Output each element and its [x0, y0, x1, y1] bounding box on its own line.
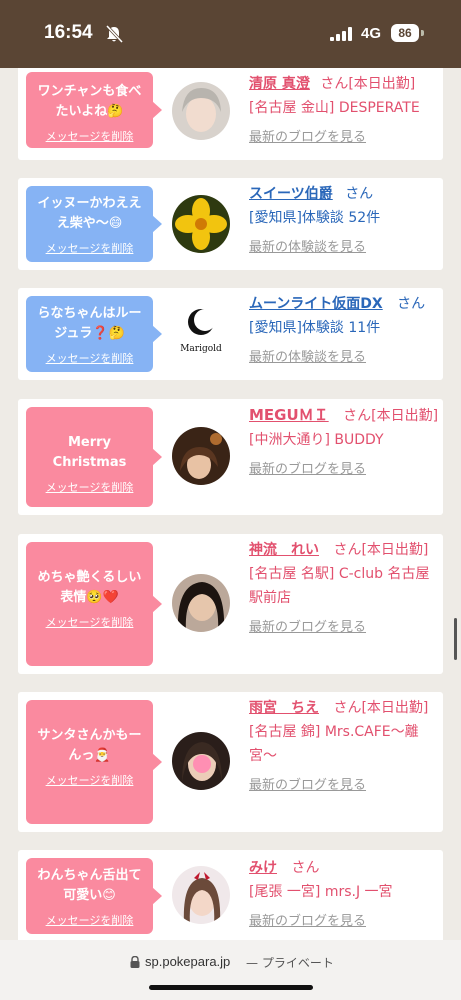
avatar[interactable]: [172, 82, 230, 140]
shop-logo-text: Marigold: [180, 344, 222, 354]
latest-blog-link[interactable]: 最新のブログを見る: [249, 458, 439, 482]
shop-detail: [名古屋 名駅] C-club 名古屋駅前店: [249, 566, 430, 606]
profile-info: ムーンライト仮面DX さん [愛知県]体験談 11件 最新の体験談を見る: [249, 292, 443, 370]
avatar[interactable]: [172, 574, 230, 632]
message-bubble: イッヌーかわえええ柴や〜😄 メッセージを削除: [26, 186, 162, 262]
message-text: わんちゃん舌出て可愛い😊: [37, 868, 142, 903]
avatar[interactable]: [172, 427, 230, 485]
message-bubble: Merry Christmas メッセージを削除: [26, 407, 162, 507]
honorific: さん[本日出勤]: [333, 700, 429, 716]
delete-message-link[interactable]: メッセージを削除: [32, 912, 147, 928]
latest-blog-link[interactable]: 最新のブログを見る: [249, 616, 439, 640]
profile-info: 神流 れい さん[本日出勤] [名古屋 名駅] C-club 名古屋駅前店 最新…: [249, 538, 439, 640]
latest-blog-link[interactable]: 最新のブログを見る: [249, 774, 439, 798]
latest-blog-link[interactable]: 最新のブログを見る: [249, 126, 439, 150]
profile-name-link[interactable]: 清原 真澄: [249, 76, 310, 92]
home-indicator[interactable]: [149, 985, 313, 990]
latest-review-link[interactable]: 最新の体験談を見る: [249, 236, 439, 260]
message-bubble: サンタさんかもーんっ🎅 メッセージを削除: [26, 700, 162, 824]
honorific: さん[本日出勤]: [343, 408, 439, 424]
network-type: 4G: [361, 25, 382, 42]
profile-info: 清原 真澄 さん[本日出勤] [名古屋 金山] DESPERATE 最新のブログ…: [249, 72, 439, 150]
avatar[interactable]: [172, 732, 230, 790]
message-feed[interactable]: ワンチャンも食べたいよね🤔 メッセージを削除 清原 真澄 さん[本日出勤] [名…: [0, 68, 461, 940]
list-item: めちゃ艶くるしい表情🥺❤️ メッセージを削除 神流 れい さん[本日出勤] [名…: [18, 534, 443, 674]
bell-muted-icon: [105, 24, 124, 44]
list-item: サンタさんかもーんっ🎅 メッセージを削除 雨宮 ちえ さん[本日出勤] [名古屋…: [18, 692, 443, 832]
latest-review-link[interactable]: 最新の体験談を見る: [249, 346, 443, 370]
profile-name-link[interactable]: ムーンライト仮面DX: [249, 296, 383, 312]
shop-detail: [中洲大通り] BUDDY: [249, 432, 384, 448]
profile-info: MEGUＭＩ さん[本日出勤] [中洲大通り] BUDDY 最新のブログを見る: [249, 403, 439, 482]
review-count: [愛知県]体験談 52件: [249, 210, 381, 226]
message-text: めちゃ艶くるしい表情🥺❤️: [37, 570, 142, 605]
honorific: さん[本日出勤]: [320, 76, 416, 92]
delete-message-link[interactable]: メッセージを削除: [32, 240, 147, 256]
clock: 16:54: [44, 22, 93, 43]
profile-name-link[interactable]: スイーツ伯爵: [249, 186, 333, 202]
private-mode-label: — プライベート: [246, 956, 334, 970]
list-item: イッヌーかわえええ柴や〜😄 メッセージを削除 スイーツ伯爵 さん [愛知県]体験…: [18, 178, 443, 270]
honorific: さん[本日出勤]: [333, 542, 429, 558]
message-text: ワンチャンも食べたいよね🤔: [37, 84, 142, 119]
honorific: さん: [345, 186, 374, 202]
shop-detail: [名古屋 錦] Mrs.CAFE〜離宮〜: [249, 724, 419, 764]
url-domain[interactable]: sp.pokepara.jp: [145, 954, 230, 969]
message-text: イッヌーかわえええ柴や〜😄: [37, 196, 142, 231]
message-text: Merry Christmas: [52, 435, 127, 470]
browser-url-bar[interactable]: [0, 940, 461, 1000]
status-bar: 16:54 4G 86: [0, 0, 461, 68]
profile-info: 雨宮 ちえ さん[本日出勤] [名古屋 錦] Mrs.CAFE〜離宮〜 最新のブ…: [249, 696, 439, 798]
message-bubble: ワンチャンも食べたいよね🤔 メッセージを削除: [26, 72, 162, 148]
shop-detail: [名古屋 金山] DESPERATE: [249, 100, 420, 116]
lock-icon: [130, 956, 140, 968]
delete-message-link[interactable]: メッセージを削除: [32, 350, 147, 366]
profile-name-link[interactable]: 雨宮 ちえ: [249, 700, 319, 716]
review-count: [愛知県]体験談 11件: [249, 320, 381, 336]
honorific: さん: [397, 296, 426, 312]
profile-name-link[interactable]: 神流 れい: [249, 542, 319, 558]
honorific: さん: [291, 860, 320, 876]
list-item: わんちゃん舌出て可愛い😊 メッセージを削除 みけ さん [尾張 一宮] mrs.…: [18, 850, 443, 940]
message-bubble: らなちゃんはルージュラ❓🤔 メッセージを削除: [26, 296, 162, 372]
battery-nub: [421, 30, 424, 36]
message-bubble: めちゃ艶くるしい表情🥺❤️ メッセージを削除: [26, 542, 162, 666]
signal-icon: [330, 27, 352, 41]
avatar[interactable]: [172, 195, 230, 253]
shop-detail: [尾張 一宮] mrs.J 一宮: [249, 884, 393, 900]
list-item: らなちゃんはルージュラ❓🤔 メッセージを削除 Marigold ムーンライト仮面…: [18, 288, 443, 380]
delete-message-link[interactable]: メッセージを削除: [32, 772, 147, 788]
avatar[interactable]: [172, 866, 230, 924]
message-text: らなちゃんはルージュラ❓🤔: [37, 306, 142, 341]
avatar[interactable]: Marigold: [172, 302, 230, 360]
delete-message-link[interactable]: メッセージを削除: [32, 128, 147, 144]
scrollbar-thumb[interactable]: [454, 618, 457, 660]
profile-name-link[interactable]: みけ: [249, 860, 277, 876]
list-item: ワンチャンも食べたいよね🤔 メッセージを削除 清原 真澄 さん[本日出勤] [名…: [18, 68, 443, 160]
latest-blog-link[interactable]: 最新のブログを見る: [249, 910, 439, 934]
message-bubble: わんちゃん舌出て可愛い😊 メッセージを削除: [26, 858, 162, 934]
delete-message-link[interactable]: メッセージを削除: [32, 614, 147, 630]
battery-icon: 86: [391, 24, 419, 42]
delete-message-link[interactable]: メッセージを削除: [32, 479, 147, 495]
message-text: サンタさんかもーんっ🎅: [37, 728, 142, 763]
list-item: Merry Christmas メッセージを削除 MEGUＭＩ さん[本日出勤]…: [18, 399, 443, 515]
profile-name-link[interactable]: MEGUＭＩ: [249, 406, 329, 424]
profile-info: スイーツ伯爵 さん [愛知県]体験談 52件 最新の体験談を見る: [249, 182, 439, 260]
profile-info: みけ さん [尾張 一宮] mrs.J 一宮 最新のブログを見る: [249, 856, 439, 934]
